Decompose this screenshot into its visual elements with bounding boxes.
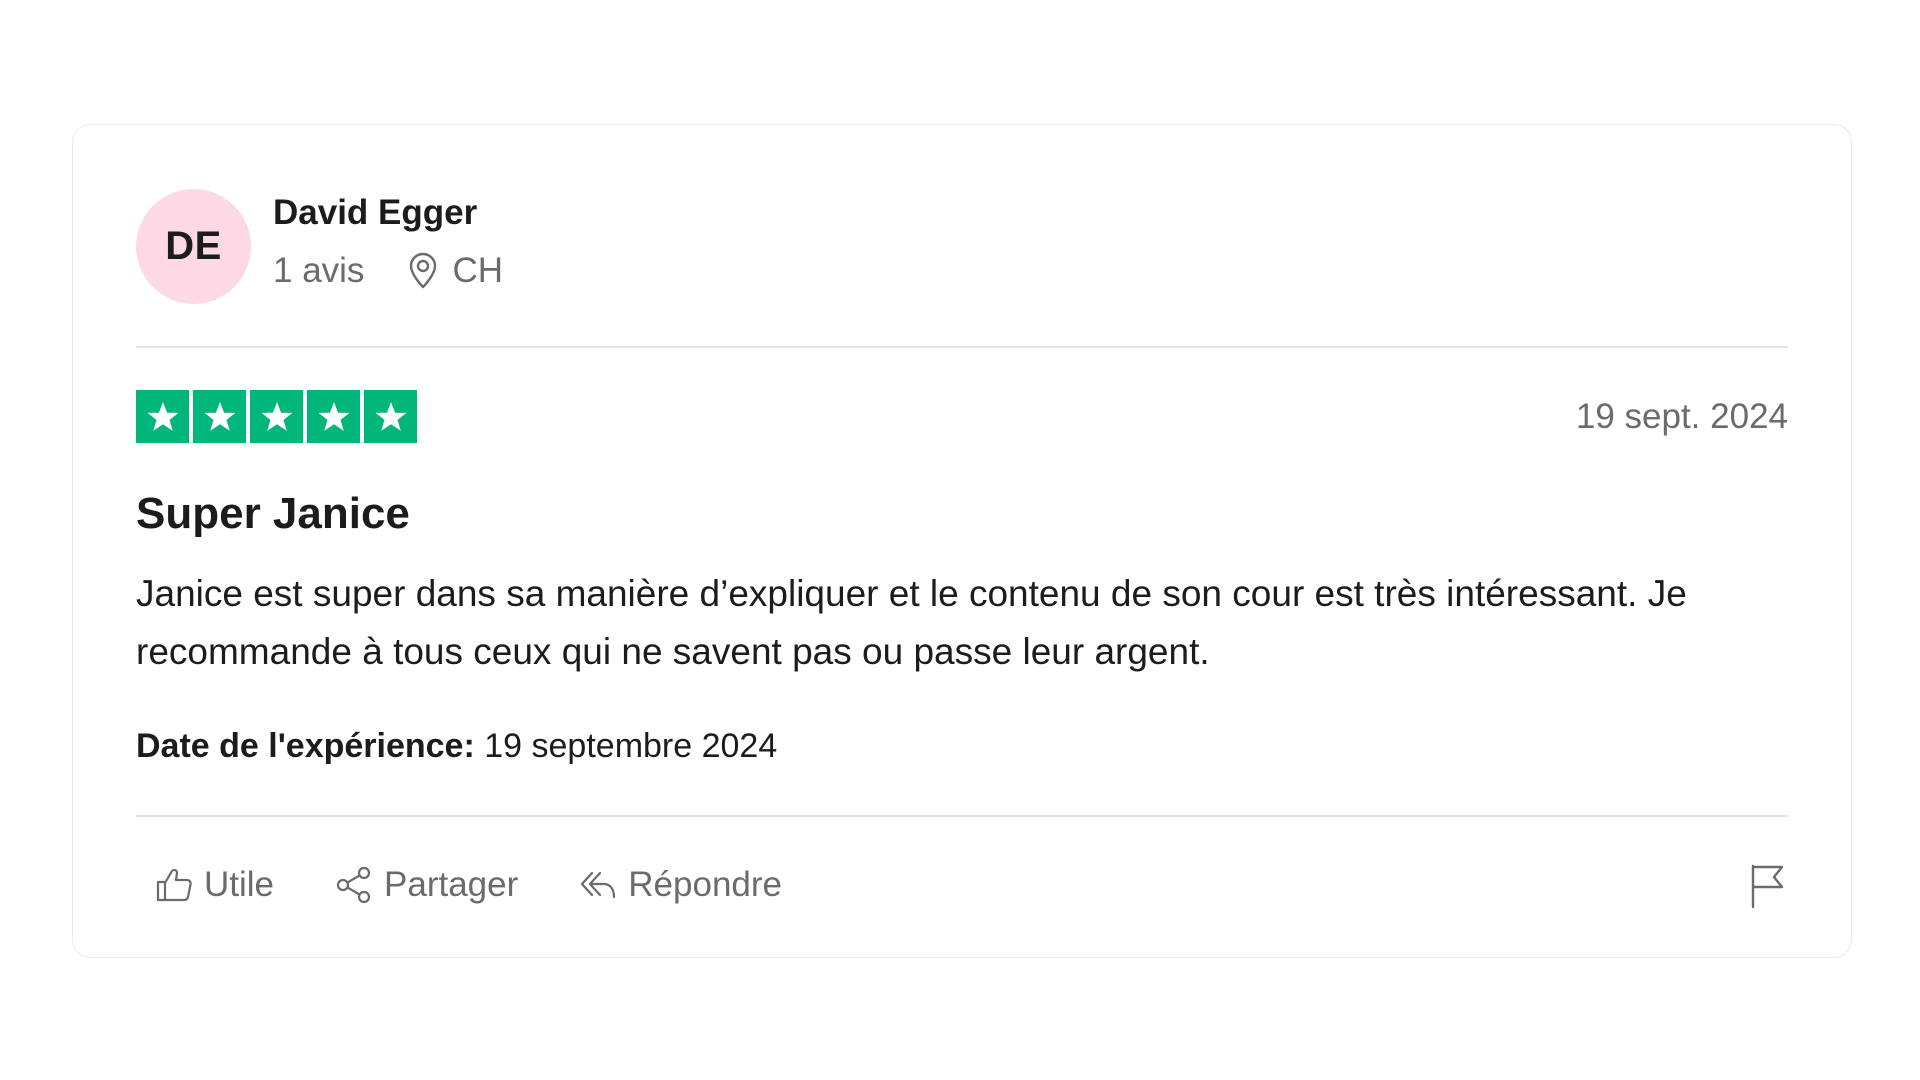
star-icon — [193, 390, 246, 443]
experience-date-label: Date de l'expérience: — [136, 727, 475, 765]
reply-label: Répondre — [628, 865, 783, 904]
useful-label: Utile — [204, 865, 275, 904]
footer-divider — [136, 815, 1788, 817]
star-icon — [307, 390, 360, 443]
star-icon — [250, 390, 303, 443]
experience-date-value: 19 septembre 2024 — [484, 727, 778, 765]
share-button[interactable]: Partager — [334, 865, 518, 905]
review-count: 1 avis — [273, 251, 365, 290]
review-title[interactable]: Super Janice — [136, 489, 410, 539]
avatar-initials: DE — [165, 224, 222, 268]
thumbs-up-icon — [154, 865, 194, 905]
reply-icon — [578, 865, 618, 905]
useful-button[interactable]: Utile — [154, 865, 274, 905]
review-card: DE David Egger 1 avis CH 19 sept. 2024 S… — [72, 124, 1852, 958]
share-icon — [334, 865, 374, 905]
review-card-content: DE David Egger 1 avis CH 19 sept. 2024 S… — [136, 125, 1788, 957]
report-flag-button[interactable] — [1748, 863, 1788, 909]
star-icon — [364, 390, 417, 443]
reviewer-meta: 1 avis CH — [273, 251, 503, 291]
reviewer-country: CH — [452, 251, 503, 290]
star-rating — [136, 390, 417, 443]
reply-button[interactable]: Répondre — [578, 865, 782, 905]
review-body: Janice est super dans sa manière d’expli… — [136, 573, 1687, 672]
avatar[interactable]: DE — [136, 189, 251, 304]
header-divider — [136, 346, 1788, 348]
star-icon — [136, 390, 189, 443]
experience-date: Date de l'expérience: 19 septembre 2024 — [136, 727, 777, 766]
share-label: Partager — [384, 865, 519, 904]
flag-icon — [1748, 864, 1788, 913]
review-actions: Utile Partager Répondre — [154, 865, 842, 905]
reviewer-name[interactable]: David Egger — [273, 193, 477, 233]
location-pin-icon — [406, 252, 440, 290]
review-date: 19 sept. 2024 — [1575, 397, 1788, 436]
